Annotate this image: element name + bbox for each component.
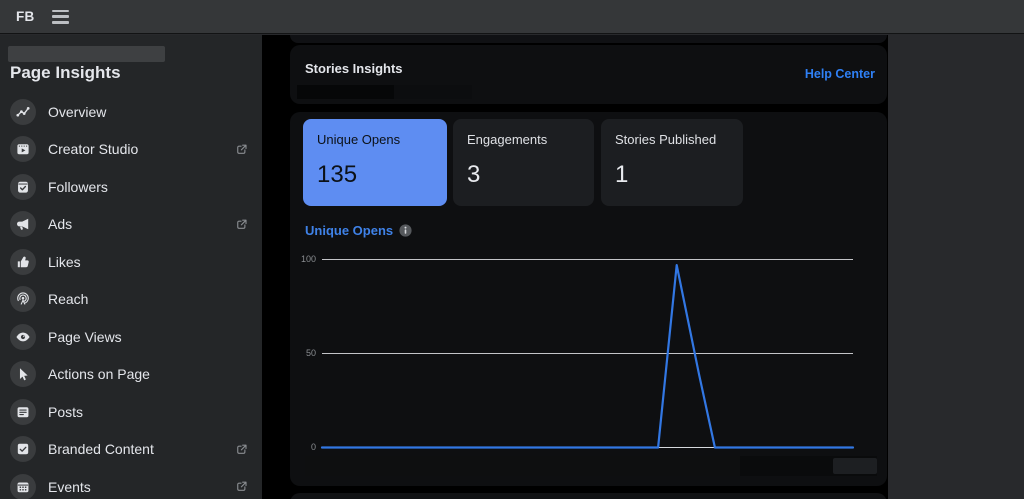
megaphone-icon: [10, 211, 36, 237]
sidebar-item-label: Posts: [48, 404, 83, 420]
sidebar-item-label: Creator Studio: [48, 141, 138, 157]
metric-value: 135: [317, 161, 357, 189]
calendar-icon: [10, 474, 36, 499]
sidebar-title: Page Insights: [10, 63, 121, 83]
sidebar-item-label: Events: [48, 479, 91, 495]
section-title: Stories Insights: [305, 61, 403, 76]
metric-tile-unique-opens[interactable]: Unique Opens 135: [303, 119, 447, 206]
metric-tile-engagements[interactable]: Engagements 3: [453, 119, 594, 206]
sidebar-item-followers[interactable]: Followers: [0, 168, 262, 206]
branded-content-icon: [10, 436, 36, 462]
cursor-icon: [10, 361, 36, 387]
right-background: [888, 35, 1024, 499]
hamburger-menu-icon[interactable]: [52, 10, 70, 24]
unique-opens-chart: 100 50 0: [290, 247, 887, 472]
sidebar: Page Insights Overview Creator Studio Foll…: [0, 35, 262, 499]
sidebar-item-likes[interactable]: Likes: [0, 243, 262, 281]
chart-title: Unique Opens: [305, 223, 393, 238]
unique-opens-line: [322, 265, 853, 447]
sidebar-item-label: Page Views: [48, 329, 122, 345]
metric-label: Stories Published: [615, 132, 716, 147]
sidebar-item-label: Ads: [48, 216, 72, 232]
external-link-icon: [234, 217, 249, 232]
previous-card-fragment: [290, 35, 887, 43]
redacted-subtitle: [297, 85, 472, 99]
sidebar-item-overview[interactable]: Overview: [0, 93, 262, 131]
post-icon: [10, 399, 36, 425]
page-name-placeholder: [8, 46, 165, 62]
trend-icon: [10, 99, 36, 125]
sidebar-nav: Overview Creator Studio Followers Ads Likes R…: [0, 93, 262, 499]
sidebar-item-reach[interactable]: Reach: [0, 281, 262, 319]
followers-icon: [10, 174, 36, 200]
topbar: FB: [0, 0, 1024, 34]
metric-value: 3: [467, 161, 480, 189]
thumb-up-icon: [10, 249, 36, 275]
sidebar-item-actions-on-page[interactable]: Actions on Page: [0, 356, 262, 394]
redacted-x-axis-labels: [305, 456, 877, 476]
sidebar-item-label: Overview: [48, 104, 106, 120]
metric-tile-stories-published[interactable]: Stories Published 1: [601, 119, 743, 206]
eye-icon: [10, 324, 36, 350]
next-card-fragment: [290, 493, 887, 499]
help-center-link[interactable]: Help Center: [805, 67, 875, 81]
sidebar-item-branded-content[interactable]: Branded Content: [0, 431, 262, 469]
external-link-icon: [234, 142, 249, 157]
chart-line-svg: [322, 247, 853, 457]
sidebar-item-posts[interactable]: Posts: [0, 393, 262, 431]
sidebar-item-ads[interactable]: Ads: [0, 206, 262, 244]
facebook-logo[interactable]: FB: [16, 9, 35, 24]
sidebar-item-label: Actions on Page: [48, 366, 150, 382]
metric-label: Engagements: [467, 132, 547, 147]
stories-insights-header-card: Stories Insights Help Center: [290, 45, 887, 104]
sidebar-item-creator-studio[interactable]: Creator Studio: [0, 131, 262, 169]
y-axis-tick: 100: [290, 254, 316, 264]
external-link-icon: [234, 442, 249, 457]
sidebar-item-events[interactable]: Events: [0, 468, 262, 499]
broadcast-icon: [10, 286, 36, 312]
info-icon[interactable]: [399, 224, 412, 237]
external-link-icon: [234, 479, 249, 494]
creator-studio-icon: [10, 136, 36, 162]
sidebar-item-label: Followers: [48, 179, 108, 195]
sidebar-item-label: Reach: [48, 291, 88, 307]
y-axis-tick: 50: [290, 348, 316, 358]
sidebar-item-page-views[interactable]: Page Views: [0, 318, 262, 356]
y-axis-tick: 0: [290, 442, 316, 452]
metric-value: 1: [615, 161, 628, 189]
sidebar-item-label: Likes: [48, 254, 81, 270]
sidebar-item-label: Branded Content: [48, 441, 154, 457]
stories-metrics-card: Unique Opens 135 Engagements 3 Stories P…: [290, 112, 887, 486]
main-content: Stories Insights Help Center Unique Open…: [262, 35, 888, 499]
metric-label: Unique Opens: [317, 132, 400, 147]
